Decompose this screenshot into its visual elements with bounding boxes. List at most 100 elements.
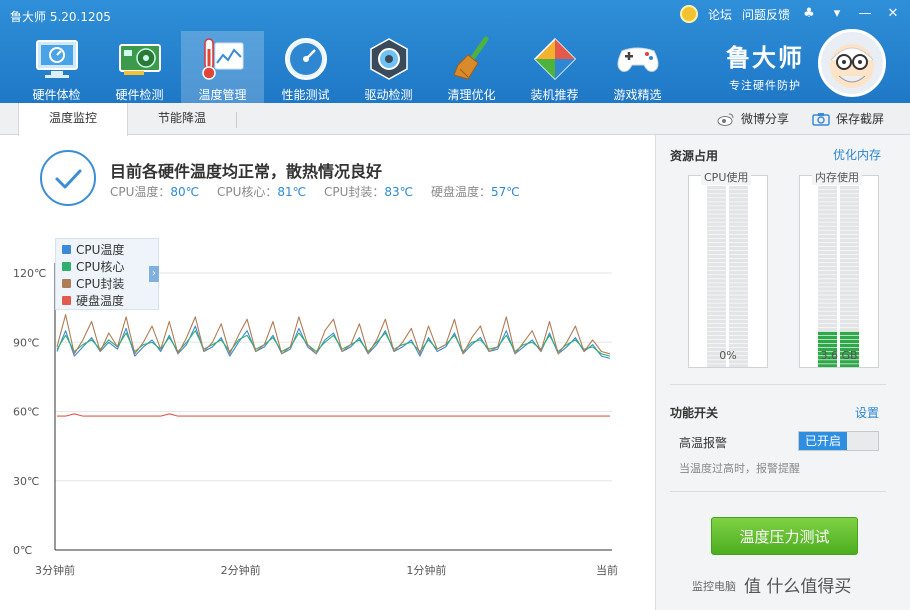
meter-cell bbox=[840, 258, 859, 263]
weibo-share-label: 微博分享 bbox=[741, 112, 790, 126]
meter-cell bbox=[818, 234, 837, 238]
meter-cell bbox=[729, 287, 748, 291]
meter-cell bbox=[840, 307, 859, 311]
meter-cell bbox=[729, 291, 748, 295]
meter-cell bbox=[818, 198, 837, 202]
menu-dropdown-icon[interactable]: ▾ bbox=[828, 5, 846, 23]
reading-label: CPU封装： bbox=[323, 185, 385, 199]
legend-item[interactable]: 硬盘温度 bbox=[62, 292, 158, 309]
meter-cell bbox=[840, 311, 859, 315]
meter-cell bbox=[707, 210, 726, 214]
meter-cell bbox=[840, 254, 859, 259]
meter-cell bbox=[707, 323, 726, 328]
legend-item[interactable]: CPU温度 bbox=[62, 241, 158, 258]
x-tick-label: 1分钟前 bbox=[406, 563, 446, 577]
nav-temperature[interactable]: 温度管理 bbox=[181, 31, 264, 103]
meter-cell bbox=[707, 271, 726, 275]
header-bar: 鲁大师 5.20.1205 论坛 问题反馈 ♣ ▾ — ✕ 硬件体检 硬件检测 … bbox=[0, 0, 910, 103]
meter-cell bbox=[818, 218, 837, 222]
meter-cell bbox=[729, 210, 748, 214]
meter-cell bbox=[818, 319, 837, 324]
meter-cell bbox=[729, 186, 748, 190]
reading-value: 81℃ bbox=[277, 185, 307, 199]
series-line-硬盘温度 bbox=[57, 413, 610, 417]
meter-cell bbox=[729, 315, 748, 319]
resources-title: 资源占用 bbox=[670, 149, 719, 163]
save-screenshot-button[interactable]: 保存截屏 bbox=[812, 110, 884, 127]
meter-cell bbox=[707, 254, 726, 259]
nav-driver[interactable]: 驱动检测 bbox=[347, 31, 430, 103]
meter-cell bbox=[729, 226, 748, 230]
nav-label: 硬件检测 bbox=[115, 88, 164, 102]
tab-temperature-monitor[interactable]: 温度监控 bbox=[18, 103, 128, 136]
brand-name: 鲁大师 bbox=[726, 44, 804, 72]
meter-cell bbox=[707, 190, 726, 194]
stress-test-button[interactable]: 温度压力测试 bbox=[711, 517, 858, 555]
meter-cell bbox=[729, 319, 748, 324]
meter-cell bbox=[818, 242, 837, 247]
status-ok-icon bbox=[40, 150, 96, 206]
meter-cell bbox=[818, 194, 837, 198]
nav-hardware-detect[interactable]: 硬件检测 bbox=[98, 31, 181, 103]
feedback-link[interactable]: 问题反馈 bbox=[742, 6, 790, 23]
meter-cell bbox=[707, 222, 726, 226]
memory-usage-value: 3.6 GB bbox=[820, 349, 858, 362]
legend-item[interactable]: CPU核心 bbox=[62, 258, 158, 275]
toggle-state: 已开启 bbox=[799, 432, 847, 450]
meter-cell bbox=[818, 206, 837, 210]
close-icon[interactable]: ✕ bbox=[884, 5, 902, 23]
meter-cell bbox=[840, 238, 859, 243]
meter-cell bbox=[840, 210, 859, 214]
meter-cell bbox=[707, 242, 726, 247]
nav-build-recommend[interactable]: 装机推荐 bbox=[513, 31, 596, 103]
medal-icon[interactable] bbox=[679, 5, 698, 23]
meter-cell bbox=[840, 295, 859, 299]
meter-cell bbox=[818, 246, 837, 251]
meter-cell bbox=[729, 258, 748, 263]
meter-cell bbox=[707, 238, 726, 243]
x-tick-label: 当前 bbox=[596, 563, 618, 577]
meter-cell bbox=[818, 339, 837, 344]
nav-games[interactable]: 游戏精选 bbox=[596, 31, 679, 103]
legend-swatch bbox=[62, 262, 71, 271]
thermometer-icon bbox=[201, 38, 243, 80]
legend-collapse-icon[interactable]: › bbox=[149, 266, 159, 282]
tab-energy-saving[interactable]: 节能降温 bbox=[128, 103, 236, 135]
weibo-share-button[interactable]: 微博分享 bbox=[717, 110, 789, 127]
meter-cell bbox=[707, 295, 726, 299]
meter-cell bbox=[840, 206, 859, 210]
meter-cell bbox=[818, 291, 837, 295]
cpu-usage-label: CPU使用 bbox=[701, 169, 752, 185]
meter-cell bbox=[729, 275, 748, 279]
y-tick-label: 0℃ bbox=[13, 544, 32, 557]
optimize-memory-link[interactable]: 优化内存 bbox=[833, 146, 881, 163]
meter-cell bbox=[818, 364, 837, 368]
meter-cell bbox=[729, 254, 748, 259]
chart-legend: CPU温度 CPU核心 CPU封装 硬盘温度 › bbox=[55, 238, 159, 310]
forum-link[interactable]: 论坛 bbox=[708, 6, 732, 23]
broom-icon bbox=[452, 36, 488, 80]
meter-cell bbox=[840, 327, 859, 332]
meter-cell bbox=[840, 242, 859, 247]
brand-slogan: 专注硬件防护 bbox=[729, 79, 801, 92]
nav-hardware-checkup[interactable]: 硬件体检 bbox=[15, 31, 98, 103]
settings-link[interactable]: 设置 bbox=[855, 404, 879, 421]
monitor-computer-text: 监控电脑 bbox=[692, 580, 736, 593]
reading-value: 57℃ bbox=[490, 185, 520, 199]
nav-performance[interactable]: 性能测试 bbox=[264, 31, 347, 103]
meter-cell bbox=[840, 194, 859, 198]
reading-value: 83℃ bbox=[384, 185, 414, 199]
meter-cell bbox=[818, 254, 837, 259]
meter-cell bbox=[818, 283, 837, 287]
minimize-icon[interactable]: — bbox=[856, 5, 874, 23]
legend-item[interactable]: CPU封装 bbox=[62, 275, 158, 292]
meter-cell bbox=[729, 206, 748, 210]
meter-cell bbox=[707, 198, 726, 202]
meter-cell bbox=[729, 194, 748, 198]
meter-cell bbox=[729, 343, 748, 348]
skin-icon[interactable]: ♣ bbox=[800, 5, 818, 23]
high-temp-alarm-toggle[interactable]: 已开启 bbox=[798, 431, 879, 451]
meter-cell bbox=[818, 262, 837, 267]
meter-cell bbox=[840, 246, 859, 251]
nav-cleanup[interactable]: 清理优化 bbox=[430, 31, 513, 103]
